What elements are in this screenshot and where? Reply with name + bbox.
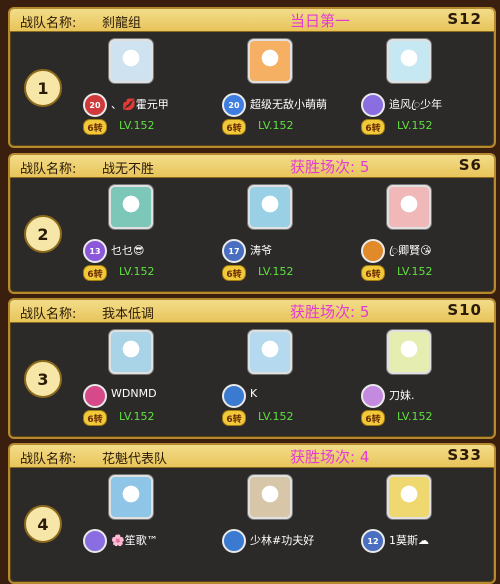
team-header: 战队名称: 花魁代表队 获胜场次: 4 S33 (10, 445, 494, 468)
team-header: 战队名称: 我本低调 获胜场次: 5 S10 (10, 300, 494, 323)
rank-badge: 4 (24, 505, 62, 543)
rank-emblem-icon (361, 384, 385, 408)
member-name: 、💋霍元甲 (111, 98, 169, 111)
team-status: 获胜场次: 4 (290, 448, 370, 466)
member-level: LV.152 (397, 265, 433, 278)
reincarnation-tier: 6转 (222, 410, 246, 426)
team-name: 花魁代表队 (102, 452, 168, 467)
rank-emblem-icon: 20 (222, 93, 246, 117)
team-name-label: 战队名称: (20, 452, 77, 467)
reincarnation-tier: 6转 (361, 410, 385, 426)
team-name-label: 战队名称: (20, 162, 77, 177)
reincarnation-tier: 6转 (361, 265, 385, 281)
team-name: 刹龍组 (102, 16, 142, 31)
member-name: 超级无敌小萌萌 (250, 98, 327, 111)
team-card[interactable]: 战队名称: 我本低调 获胜场次: 5 S10 3 WDNMD 6转 LV.152 K… (8, 298, 496, 439)
member-level: LV.152 (119, 410, 155, 423)
server-id: S6 (458, 156, 482, 174)
team-name: 我本低调 (102, 307, 155, 322)
member-avatar[interactable] (109, 475, 153, 519)
member-name: 1莫斯☁ (389, 534, 429, 547)
rank-emblem-icon: 13 (83, 239, 107, 263)
team-name-label: 战队名称: (20, 307, 77, 322)
rank-emblem-icon (361, 93, 385, 117)
team-card[interactable]: 战队名称: 花魁代表队 获胜场次: 4 S33 4 🌸笙歌™ 少林#功夫好 12… (8, 443, 496, 584)
rank-emblem-icon (222, 529, 246, 553)
member-level: LV.152 (258, 265, 294, 278)
reincarnation-tier: 6转 (222, 265, 246, 281)
team-card[interactable]: 战队名称: 战无不胜 获胜场次: 5 S6 2 13 乜乜😎 6转 LV.152 17… (8, 153, 496, 294)
member-name: 少林#功夫好 (250, 534, 315, 547)
member-level: LV.152 (258, 410, 294, 423)
member-avatar[interactable] (248, 185, 292, 229)
member-avatar[interactable] (387, 185, 431, 229)
member-name: WDNMD (111, 387, 157, 400)
member-avatar[interactable] (248, 475, 292, 519)
member-level: LV.152 (397, 410, 433, 423)
rank-emblem-icon: 20 (83, 93, 107, 117)
reincarnation-tier: 6转 (83, 410, 107, 426)
team-card[interactable]: 战队名称: 刹龍组 当日第一 S12 1 20 、💋霍元甲 6转 LV.152 20 超… (8, 7, 496, 148)
member-avatar[interactable] (248, 39, 292, 83)
member-name: 涛爷 (250, 244, 272, 257)
rank-emblem-icon (83, 529, 107, 553)
reincarnation-tier: 6转 (83, 265, 107, 281)
member-avatar[interactable] (248, 330, 292, 374)
member-level: LV.152 (397, 119, 433, 132)
member-name: 追风ꦿ少年 (389, 98, 443, 111)
rank-emblem-icon (83, 384, 107, 408)
rank-badge: 3 (24, 360, 62, 398)
team-status: 获胜场次: 5 (290, 303, 370, 321)
member-avatar[interactable] (387, 330, 431, 374)
member-avatar[interactable] (387, 475, 431, 519)
team-name-label: 战队名称: (20, 16, 77, 31)
server-id: S10 (447, 301, 482, 319)
team-status: 当日第一 (290, 12, 351, 30)
server-id: S12 (447, 10, 482, 28)
member-name: ꦿ卿賢😘 (389, 244, 432, 257)
member-name: 🌸笙歌™ (111, 534, 158, 547)
member-level: LV.152 (258, 119, 294, 132)
member-name: K (250, 387, 258, 400)
member-avatar[interactable] (109, 39, 153, 83)
rank-badge: 1 (24, 69, 62, 107)
reincarnation-tier: 6转 (83, 119, 107, 135)
member-avatar[interactable] (387, 39, 431, 83)
reincarnation-tier: 6转 (222, 119, 246, 135)
member-level: LV.152 (119, 119, 155, 132)
rank-emblem-icon: 17 (222, 239, 246, 263)
team-header: 战队名称: 刹龍组 当日第一 S12 (10, 9, 494, 32)
member-avatar[interactable] (109, 185, 153, 229)
rank-emblem-icon (361, 239, 385, 263)
rank-emblem-icon (222, 384, 246, 408)
team-header: 战队名称: 战无不胜 获胜场次: 5 S6 (10, 155, 494, 178)
member-name: 刀妹. (389, 389, 415, 402)
team-status: 获胜场次: 5 (290, 158, 370, 176)
member-name: 乜乜😎 (111, 244, 145, 257)
reincarnation-tier: 6转 (361, 119, 385, 135)
member-level: LV.152 (119, 265, 155, 278)
team-name: 战无不胜 (102, 162, 155, 177)
rank-emblem-icon: 12 (361, 529, 385, 553)
server-id: S33 (447, 446, 482, 464)
rank-badge: 2 (24, 215, 62, 253)
member-avatar[interactable] (109, 330, 153, 374)
